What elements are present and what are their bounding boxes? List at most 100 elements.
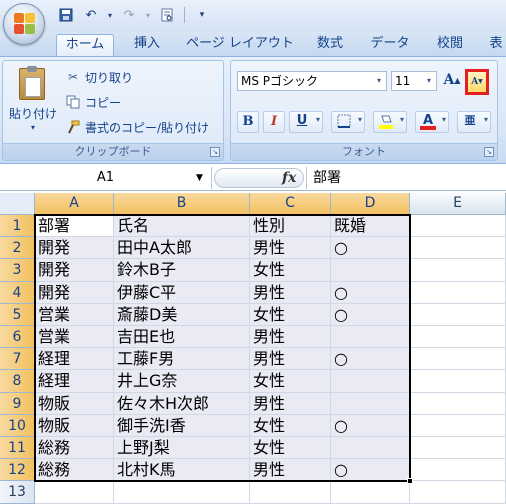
row-header-8[interactable]: 8	[0, 370, 35, 393]
border-button[interactable]: ▾	[331, 111, 365, 133]
name-box[interactable]: A1	[0, 167, 212, 189]
row-header-6[interactable]: 6	[0, 326, 35, 349]
cell-a11[interactable]: 総務	[35, 437, 114, 460]
cell-c2[interactable]: 男性	[250, 237, 331, 260]
cell-a8[interactable]: 経理	[35, 370, 114, 393]
undo-icon[interactable]: ↶	[81, 5, 101, 25]
row-header-1[interactable]: 1	[0, 215, 35, 238]
cell-d1[interactable]: 既婚	[331, 215, 410, 238]
row-header-9[interactable]: 9	[0, 392, 35, 415]
cell-a12[interactable]: 総務	[35, 459, 114, 482]
row-header-7[interactable]: 7	[0, 348, 35, 371]
print-preview-icon[interactable]	[157, 5, 177, 25]
cell-e5[interactable]	[410, 303, 506, 326]
cell-d10[interactable]: ○	[331, 414, 410, 437]
cell-e1[interactable]	[410, 215, 506, 238]
cell-d12[interactable]: ○	[331, 459, 410, 482]
tab-insert[interactable]: 挿入	[124, 34, 170, 56]
row-header-10[interactable]: 10	[0, 414, 35, 437]
cell-e13[interactable]	[410, 481, 506, 504]
office-button[interactable]	[3, 3, 45, 45]
cell-b2[interactable]: 田中A太郎	[114, 237, 250, 260]
cell-c7[interactable]: 男性	[250, 348, 331, 371]
cell-a3[interactable]: 開発	[35, 259, 114, 282]
cell-d13[interactable]	[331, 481, 410, 504]
cell-a6[interactable]: 営業	[35, 326, 114, 349]
cell-d11[interactable]	[331, 437, 410, 460]
row-header-13[interactable]: 13	[0, 481, 35, 504]
clipboard-launcher-icon[interactable]: ↘	[210, 147, 220, 157]
cell-c9[interactable]: 男性	[250, 392, 331, 415]
cell-a13[interactable]	[35, 481, 114, 504]
border-dropdown-icon[interactable]: ▾	[358, 115, 362, 124]
cell-c4[interactable]: 男性	[250, 281, 331, 304]
cell-e11[interactable]	[410, 437, 506, 460]
cell-c12[interactable]: 男性	[250, 459, 331, 482]
cell-b1[interactable]: 氏名	[114, 215, 250, 238]
cell-e8[interactable]	[410, 370, 506, 393]
select-all-button[interactable]	[0, 193, 35, 215]
cell-a5[interactable]: 営業	[35, 303, 114, 326]
cell-b13[interactable]	[114, 481, 250, 504]
paste-dropdown-icon[interactable]: ▾	[7, 123, 59, 132]
format-painter-button[interactable]: 書式のコピー/貼り付け	[65, 117, 209, 137]
cell-a7[interactable]: 経理	[35, 348, 114, 371]
cell-a10[interactable]: 物販	[35, 414, 114, 437]
cell-d8[interactable]	[331, 370, 410, 393]
row-header-4[interactable]: 4	[0, 281, 35, 304]
font-size-box[interactable]: 11 ▾	[391, 71, 437, 91]
copy-button[interactable]: コピー	[65, 92, 121, 112]
cell-b6[interactable]: 吉田E也	[114, 326, 250, 349]
cell-b5[interactable]: 斎藤D美	[114, 303, 250, 326]
column-header-d[interactable]: D	[331, 193, 410, 215]
row-header-5[interactable]: 5	[0, 303, 35, 326]
customize-qat-icon[interactable]: ▾	[192, 5, 212, 25]
cell-e7[interactable]	[410, 348, 506, 371]
cell-e9[interactable]	[410, 392, 506, 415]
cell-c1[interactable]: 性別	[250, 215, 331, 238]
font-name-box[interactable]: MS Pゴシック ▾	[237, 71, 387, 91]
cell-b10[interactable]: 御手洗I香	[114, 414, 250, 437]
column-header-c[interactable]: C	[250, 193, 331, 215]
cell-a9[interactable]: 物販	[35, 392, 114, 415]
cell-b4[interactable]: 伊藤C平	[114, 281, 250, 304]
tab-data[interactable]: データ	[362, 34, 418, 56]
cell-d2[interactable]: ○	[331, 237, 410, 260]
paste-button[interactable]: 貼り付け ▾	[7, 65, 59, 139]
row-header-2[interactable]: 2	[0, 237, 35, 260]
phonetic-button[interactable]: 亜 ▾	[457, 111, 491, 133]
cell-e3[interactable]	[410, 259, 506, 282]
cell-d5[interactable]: ○	[331, 303, 410, 326]
row-header-12[interactable]: 12	[0, 459, 35, 482]
grow-font-button[interactable]: A▲	[441, 69, 463, 93]
column-header-e[interactable]: E	[410, 193, 506, 215]
cell-d6[interactable]	[331, 326, 410, 349]
font-name-dropdown-icon[interactable]: ▾	[373, 73, 385, 89]
tab-review[interactable]: 校閲	[428, 34, 472, 56]
cell-c6[interactable]: 男性	[250, 326, 331, 349]
cell-d9[interactable]	[331, 392, 410, 415]
cell-a2[interactable]: 開発	[35, 237, 114, 260]
column-header-a[interactable]: A	[35, 193, 114, 215]
row-header-3[interactable]: 3	[0, 259, 35, 282]
underline-button[interactable]: U ▾	[289, 111, 323, 133]
font-size-dropdown-icon[interactable]: ▾	[423, 73, 435, 89]
bold-button[interactable]: B	[237, 111, 259, 133]
cell-d3[interactable]	[331, 259, 410, 282]
cut-button[interactable]: ✂ 切り取り	[65, 67, 133, 87]
cell-c11[interactable]: 女性	[250, 437, 331, 460]
redo-dropdown-icon[interactable]: ▾	[144, 5, 152, 25]
undo-dropdown-icon[interactable]: ▾	[106, 5, 114, 25]
cell-b7[interactable]: 工藤F男	[114, 348, 250, 371]
font-launcher-icon[interactable]: ↘	[484, 147, 494, 157]
fill-handle[interactable]	[407, 478, 413, 485]
shrink-font-button[interactable]: A▼	[465, 69, 489, 95]
underline-dropdown-icon[interactable]: ▾	[316, 115, 320, 124]
fill-color-dropdown-icon[interactable]: ▾	[400, 115, 404, 124]
cell-d7[interactable]: ○	[331, 348, 410, 371]
insert-function-icon[interactable]: fx	[282, 168, 296, 188]
cell-e4[interactable]	[410, 281, 506, 304]
phonetic-dropdown-icon[interactable]: ▾	[484, 115, 488, 124]
cell-c3[interactable]: 女性	[250, 259, 331, 282]
tab-view[interactable]: 表	[486, 34, 506, 56]
